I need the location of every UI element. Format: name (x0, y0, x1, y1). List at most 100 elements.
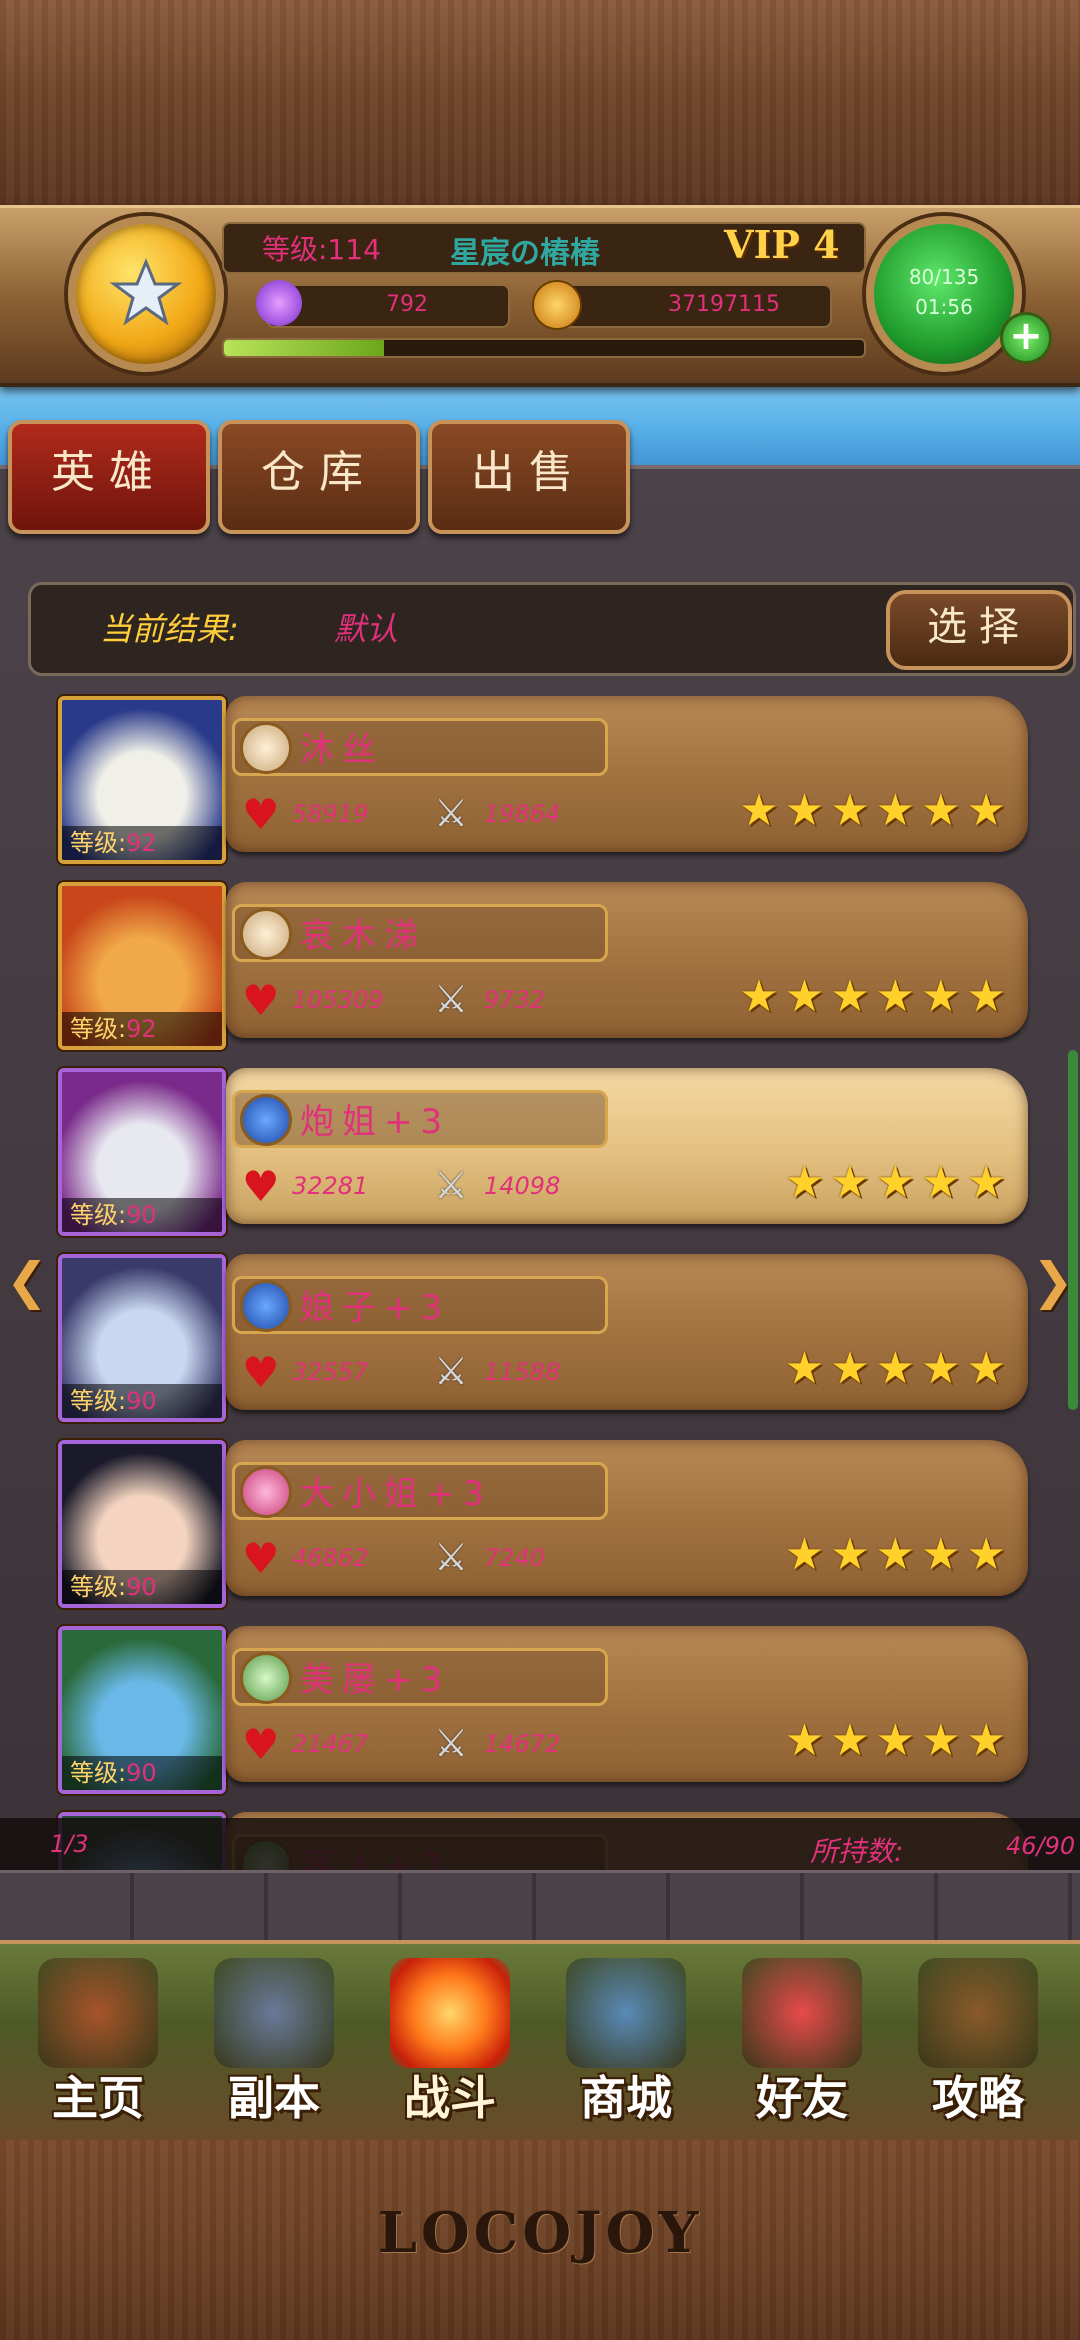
nav-battle[interactable]: 战斗 (370, 1958, 530, 2138)
top-wood-frame (0, 0, 1080, 219)
star-icon: ★ (921, 1715, 961, 1766)
hero-name: 娘子+3 (300, 1288, 451, 1328)
hero-card[interactable]: 哀木涕 ♥ 105309 ⚔ 9732 ★ ★ ★ ★ ★ ★ (226, 882, 1028, 1038)
nav-label: 战斗 (404, 2071, 496, 2125)
star-badge-icon (109, 258, 183, 326)
hero-hp: 32557 (292, 1358, 369, 1386)
nav-friends-icon (742, 1958, 862, 2068)
hero-stars: ★ ★ ★ ★ ★ (785, 1346, 1006, 1392)
hero-level-label: 等级: (70, 1201, 127, 1229)
crossed-swords-icon: ⚔ (434, 1349, 469, 1393)
hero-hp: 58919 (292, 800, 369, 828)
hero-level: 等级:90 (62, 1756, 222, 1790)
hero-list[interactable]: 等级:92 沐丝 ♥ 58919 ⚔ 19864 ★ ★ ★ ★ ★ ★ 等级:92 哀木涕 ♥ 105309… (0, 690, 1080, 1870)
star-icon: ★ (784, 1343, 825, 1394)
star-icon: ★ (966, 1529, 1006, 1580)
hero-card[interactable]: 炮姐+3 ♥ 32281 ⚔ 14098 ★ ★ ★ ★ ★ (226, 1068, 1028, 1224)
star-icon: ★ (875, 1343, 916, 1394)
hero-row[interactable]: 等级:90 炮姐+3 ♥ 32281 ⚔ 14098 ★ ★ ★ ★ ★ (58, 1062, 1028, 1236)
exp-fill (224, 340, 384, 356)
star-icon: ★ (830, 1157, 870, 1208)
hero-hp: 21467 (292, 1730, 369, 1758)
nav-friends[interactable]: 好友 (722, 1958, 882, 2138)
hero-level-label: 等级: (70, 1759, 127, 1787)
exp-bar (222, 338, 866, 358)
tab-warehouse[interactable]: 仓库 (218, 420, 420, 534)
star-icon: ★ (784, 785, 825, 836)
nav-battle-icon (390, 1958, 510, 2068)
hero-portrait[interactable]: 等级:90 (58, 1626, 226, 1794)
prev-page-arrow-icon[interactable]: ❮ (6, 1252, 48, 1310)
star-icon: ★ (921, 785, 961, 836)
filter-value: 默认 (334, 610, 399, 648)
hero-card[interactable]: 沐丝 ♥ 58919 ⚔ 19864 ★ ★ ★ ★ ★ ★ (226, 696, 1028, 852)
hero-portrait[interactable]: 等级:90 (58, 1068, 226, 1236)
player-level: 等级:114 (262, 233, 381, 266)
hero-row[interactable]: 等级:90 美屡+3 ♥ 21467 ⚔ 14672 ★ ★ ★ ★ ★ (58, 1620, 1028, 1794)
nav-guide[interactable]: 攻略 (898, 1958, 1058, 2138)
hero-hp: 46862 (292, 1544, 369, 1572)
gold-value: 37197115 (668, 292, 780, 317)
star-icon: ★ (830, 1529, 870, 1580)
hero-class-icon (240, 1652, 292, 1704)
stone-divider (0, 1870, 1080, 1948)
star-icon: ★ (921, 971, 961, 1022)
hero-level: 等级:90 (62, 1384, 222, 1418)
hero-card[interactable]: 美屡+3 ♥ 21467 ⚔ 14672 ★ ★ ★ ★ ★ (226, 1626, 1028, 1782)
star-icon: ★ (966, 785, 1006, 836)
star-icon: ★ (921, 1529, 961, 1580)
nav-label: 主页 (52, 2071, 144, 2125)
hold-count-value: 46/90 (1006, 1832, 1076, 1860)
hero-portrait[interactable]: 等级:92 (58, 696, 226, 864)
tab-sell[interactable]: 出售 (428, 420, 630, 534)
hero-stars: ★ ★ ★ ★ ★ ★ (739, 974, 1006, 1020)
hero-level-value: 90 (126, 1573, 157, 1601)
hero-level-label: 等级: (70, 829, 127, 857)
hero-name: 哀木涕 (300, 916, 426, 956)
hero-level-label: 等级: (70, 1015, 127, 1043)
energy-timer: 01:56 (915, 295, 973, 319)
vip-badge[interactable]: VIP 4 (724, 222, 840, 267)
crossed-swords-icon: ⚔ (434, 1535, 469, 1579)
hero-portrait[interactable]: 等级:90 (58, 1440, 226, 1608)
nav-shop[interactable]: 商城 (546, 1958, 706, 2138)
nav-guide-icon (918, 1958, 1038, 2068)
hero-level: 等级:90 (62, 1570, 222, 1604)
nav-label: 副本 (228, 2071, 320, 2125)
star-icon: ★ (739, 971, 779, 1022)
star-icon: ★ (830, 971, 870, 1022)
hero-card[interactable]: 娘子+3 ♥ 32557 ⚔ 11588 ★ ★ ★ ★ ★ (226, 1254, 1028, 1410)
star-icon: ★ (966, 1715, 1006, 1766)
hero-row[interactable]: 等级:90 大小姐+3 ♥ 46862 ⚔ 7240 ★ ★ ★ ★ ★ (58, 1434, 1028, 1608)
nav-label: 商城 (580, 2071, 672, 2125)
hero-portrait[interactable]: 等级:90 (58, 1254, 226, 1422)
star-icon: ★ (830, 1715, 870, 1766)
hero-class-icon (240, 1466, 292, 1518)
rank-medal-icon[interactable] (68, 216, 224, 372)
hero-row[interactable]: 等级:92 哀木涕 ♥ 105309 ⚔ 9732 ★ ★ ★ ★ ★ ★ (58, 876, 1028, 1050)
star-icon: ★ (739, 785, 779, 836)
crossed-swords-icon: ⚔ (434, 1721, 469, 1765)
list-scrollbar[interactable] (1068, 1050, 1078, 1410)
add-energy-button[interactable]: + (1000, 312, 1052, 364)
hero-row[interactable]: 等级:90 娘子+3 ♥ 32557 ⚔ 11588 ★ ★ ★ ★ ★ (58, 1248, 1028, 1422)
tab-heroes[interactable]: 英雄 (8, 420, 210, 534)
nav-dungeon[interactable]: 副本 (194, 1958, 354, 2138)
nav-dungeon-icon (214, 1958, 334, 2068)
hero-class-icon (240, 1280, 292, 1332)
heart-icon: ♥ (242, 790, 280, 839)
hero-row[interactable]: 等级:92 沐丝 ♥ 58919 ⚔ 19864 ★ ★ ★ ★ ★ ★ (58, 690, 1028, 864)
crossed-swords-icon: ⚔ (434, 1163, 469, 1207)
hero-level-label: 等级: (70, 1387, 127, 1415)
select-button[interactable]: 选择 (886, 590, 1072, 670)
nav-home[interactable]: 主页 (18, 1958, 178, 2138)
hero-portrait[interactable]: 等级:92 (58, 882, 226, 1050)
hero-card[interactable]: 大小姐+3 ♥ 46862 ⚔ 7240 ★ ★ ★ ★ ★ (226, 1440, 1028, 1596)
hero-level-label: 等级: (70, 1573, 127, 1601)
hero-attack: 7240 (484, 1544, 546, 1572)
hero-stars: ★ ★ ★ ★ ★ (785, 1532, 1006, 1578)
hero-level: 等级:92 (62, 826, 222, 860)
hero-name: 美屡+3 (300, 1660, 451, 1700)
hold-count-label: 所持数: (810, 1835, 904, 1868)
energy-orb[interactable]: 80/135 01:56 (866, 216, 1022, 372)
